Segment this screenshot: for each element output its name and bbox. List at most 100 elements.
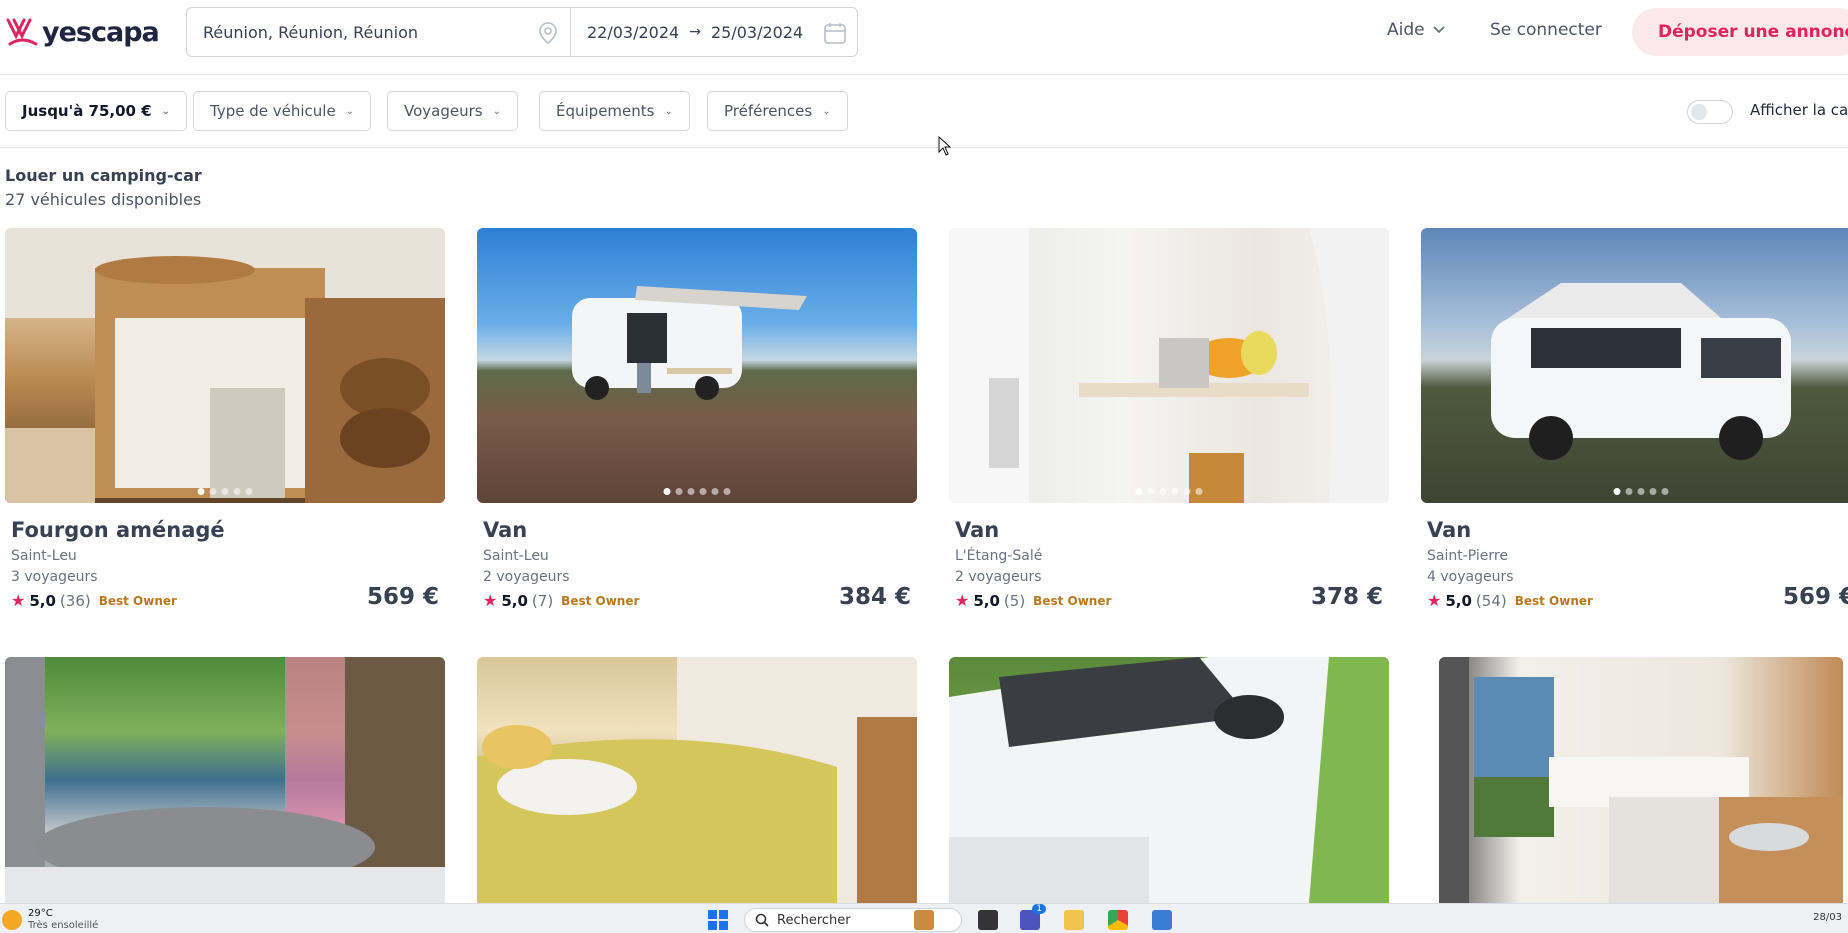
equipment-label: Équipements (556, 102, 655, 120)
equipment-filter[interactable]: Équipements ⌄ (539, 91, 690, 131)
listing-rating: ★ 5,0 (5) Best Owner (955, 591, 1111, 610)
teams-icon[interactable]: 1 (1020, 904, 1046, 930)
listing-card[interactable]: Van Saint-Pierre 4 voyageurs ★ 5,0 (54) … (1421, 228, 1848, 610)
review-count: (54) (1475, 591, 1507, 610)
listing-photo[interactable] (1439, 657, 1843, 903)
search-icon (755, 913, 769, 927)
vehicle-type-filter[interactable]: Type de véhicule ⌄ (193, 91, 372, 131)
photo-carousel-dots[interactable] (663, 488, 731, 495)
yescapa-logo[interactable]: yescapa (4, 12, 160, 52)
chrome-icon[interactable] (1108, 910, 1128, 930)
windows-start-icon[interactable] (708, 910, 728, 930)
search-bar: Réunion, Réunion, Réunion 22/03/2024 → 2… (186, 7, 858, 57)
best-owner-badge: Best Owner (98, 593, 177, 608)
best-owner-badge: Best Owner (561, 593, 640, 608)
date-end: 25/03/2024 (710, 22, 804, 42)
van-camping-illustration (572, 286, 807, 400)
listing-photo[interactable] (949, 657, 1389, 903)
price-filter-label: Jusqu'à 75,00 € (22, 102, 152, 120)
weather-temperature: 29°C (28, 908, 53, 919)
listing-title: Van (483, 518, 528, 542)
listing-card[interactable]: Fourgon aménagé Saint-Leu 3 voyageurs ★ … (5, 228, 445, 610)
login-link[interactable]: Se connecter (1490, 20, 1602, 40)
listing-title: Van (1427, 518, 1472, 542)
calendar-icon (824, 23, 846, 44)
listing-location: Saint-Leu (483, 548, 549, 564)
mouse-cursor-icon (938, 136, 952, 156)
van-bed-interior-illustration (477, 657, 917, 903)
toggle-knob (1691, 104, 1707, 120)
listing-photo[interactable] (1421, 228, 1848, 503)
van-bed-kitchen-illustration (1439, 657, 1843, 903)
map-toggle[interactable] (1687, 100, 1733, 124)
photos-icon[interactable] (1152, 910, 1172, 930)
chevron-down-icon: ⌄ (345, 105, 355, 117)
weather-condition: Très ensoleillé (28, 920, 99, 931)
listing-card[interactable]: Van L'Étang-Salé 2 voyageurs ★ 5,0 (5) B… (949, 228, 1389, 610)
listing-rating: ★ 5,0 (54) Best Owner (1427, 591, 1593, 610)
travelers-label: Voyageurs (404, 102, 483, 120)
review-count: (36) (59, 591, 91, 610)
chevron-down-icon: ⌄ (664, 105, 673, 117)
listing-guests: 4 voyageurs (1427, 569, 1514, 585)
date-start: 22/03/2024 (587, 22, 680, 42)
listing-photo[interactable] (477, 228, 917, 503)
listing-guests: 2 voyageurs (955, 569, 1042, 585)
task-view-icon[interactable] (978, 910, 998, 930)
listing-title: Van (955, 518, 1000, 542)
listing-photo[interactable] (5, 657, 445, 903)
photo-carousel-dots[interactable] (197, 488, 253, 495)
star-icon: ★ (955, 591, 970, 610)
vehicle-type-label: Type de véhicule (210, 102, 336, 120)
listing-card[interactable] (477, 657, 917, 903)
rating-score: 5,0 (973, 591, 1000, 610)
listing-photo[interactable] (5, 228, 445, 503)
white-car-illustration (949, 657, 1389, 903)
listing-card[interactable]: Van Saint-Leu 2 voyageurs ★ 5,0 (7) Best… (477, 228, 917, 610)
listing-card[interactable] (1439, 657, 1848, 903)
listing-card[interactable] (5, 657, 445, 903)
teams-notification-badge: 1 (1032, 904, 1046, 914)
map-pin-icon (539, 22, 557, 45)
chevron-down-icon: ⌄ (492, 105, 501, 117)
yescapa-search-page: yescapa Réunion, Réunion, Réunion 22/03/… (0, 0, 1848, 933)
review-count: (7) (531, 591, 554, 610)
location-value: Réunion, Réunion, Réunion (203, 22, 419, 42)
weather-widget[interactable]: 29°C Très ensoleillé (2, 908, 98, 932)
logo-wordmark: yescapa (42, 16, 160, 48)
photo-carousel-dots[interactable] (1613, 488, 1669, 495)
star-icon: ★ (1427, 591, 1442, 610)
chevron-down-icon (1432, 26, 1445, 34)
taskbar-search-label: Rechercher (777, 912, 851, 928)
preferences-filter[interactable]: Préférences ⌄ (707, 91, 848, 131)
arrow-right-icon: → (689, 24, 701, 40)
taskbar-date: 28/03 (1813, 912, 1842, 923)
help-menu[interactable]: Aide (1387, 20, 1445, 40)
post-listing-button[interactable]: Déposer une annonce (1632, 8, 1848, 56)
price-filter[interactable]: Jusqu'à 75,00 € ⌄ (5, 91, 188, 131)
listing-photo[interactable] (949, 228, 1389, 503)
file-explorer-icon[interactable] (1064, 910, 1084, 930)
listing-location: Saint-Pierre (1427, 548, 1508, 564)
listing-location: L'Étang-Salé (955, 548, 1043, 564)
yescapa-logo-icon (6, 18, 38, 46)
travelers-filter[interactable]: Voyageurs ⌄ (387, 91, 518, 131)
listing-card[interactable] (949, 657, 1389, 903)
review-count: (5) (1003, 591, 1026, 610)
white-van-illustration (1491, 283, 1791, 460)
weather-text: 29°C Très ensoleillé (28, 908, 98, 932)
results-count: 27 véhicules disponibles (5, 190, 202, 209)
listing-rating: ★ 5,0 (36) Best Owner (11, 591, 177, 610)
listing-guests: 3 voyageurs (11, 569, 98, 585)
date-range-input[interactable]: 22/03/2024 → 25/03/2024 (571, 8, 857, 56)
taskbar-app-icon[interactable] (914, 910, 934, 930)
location-input[interactable]: Réunion, Réunion, Réunion (187, 8, 571, 56)
listing-price: 384 € (838, 584, 911, 610)
listing-price: 569 € (366, 584, 439, 610)
listing-title: Fourgon aménagé (11, 518, 225, 542)
map-toggle-label: Afficher la carte (1750, 101, 1848, 119)
listing-photo[interactable] (477, 657, 917, 903)
photo-carousel-dots[interactable] (1135, 488, 1203, 495)
listing-price: 569 € (1782, 584, 1848, 610)
van-bed-sea-view-illustration (5, 657, 445, 903)
